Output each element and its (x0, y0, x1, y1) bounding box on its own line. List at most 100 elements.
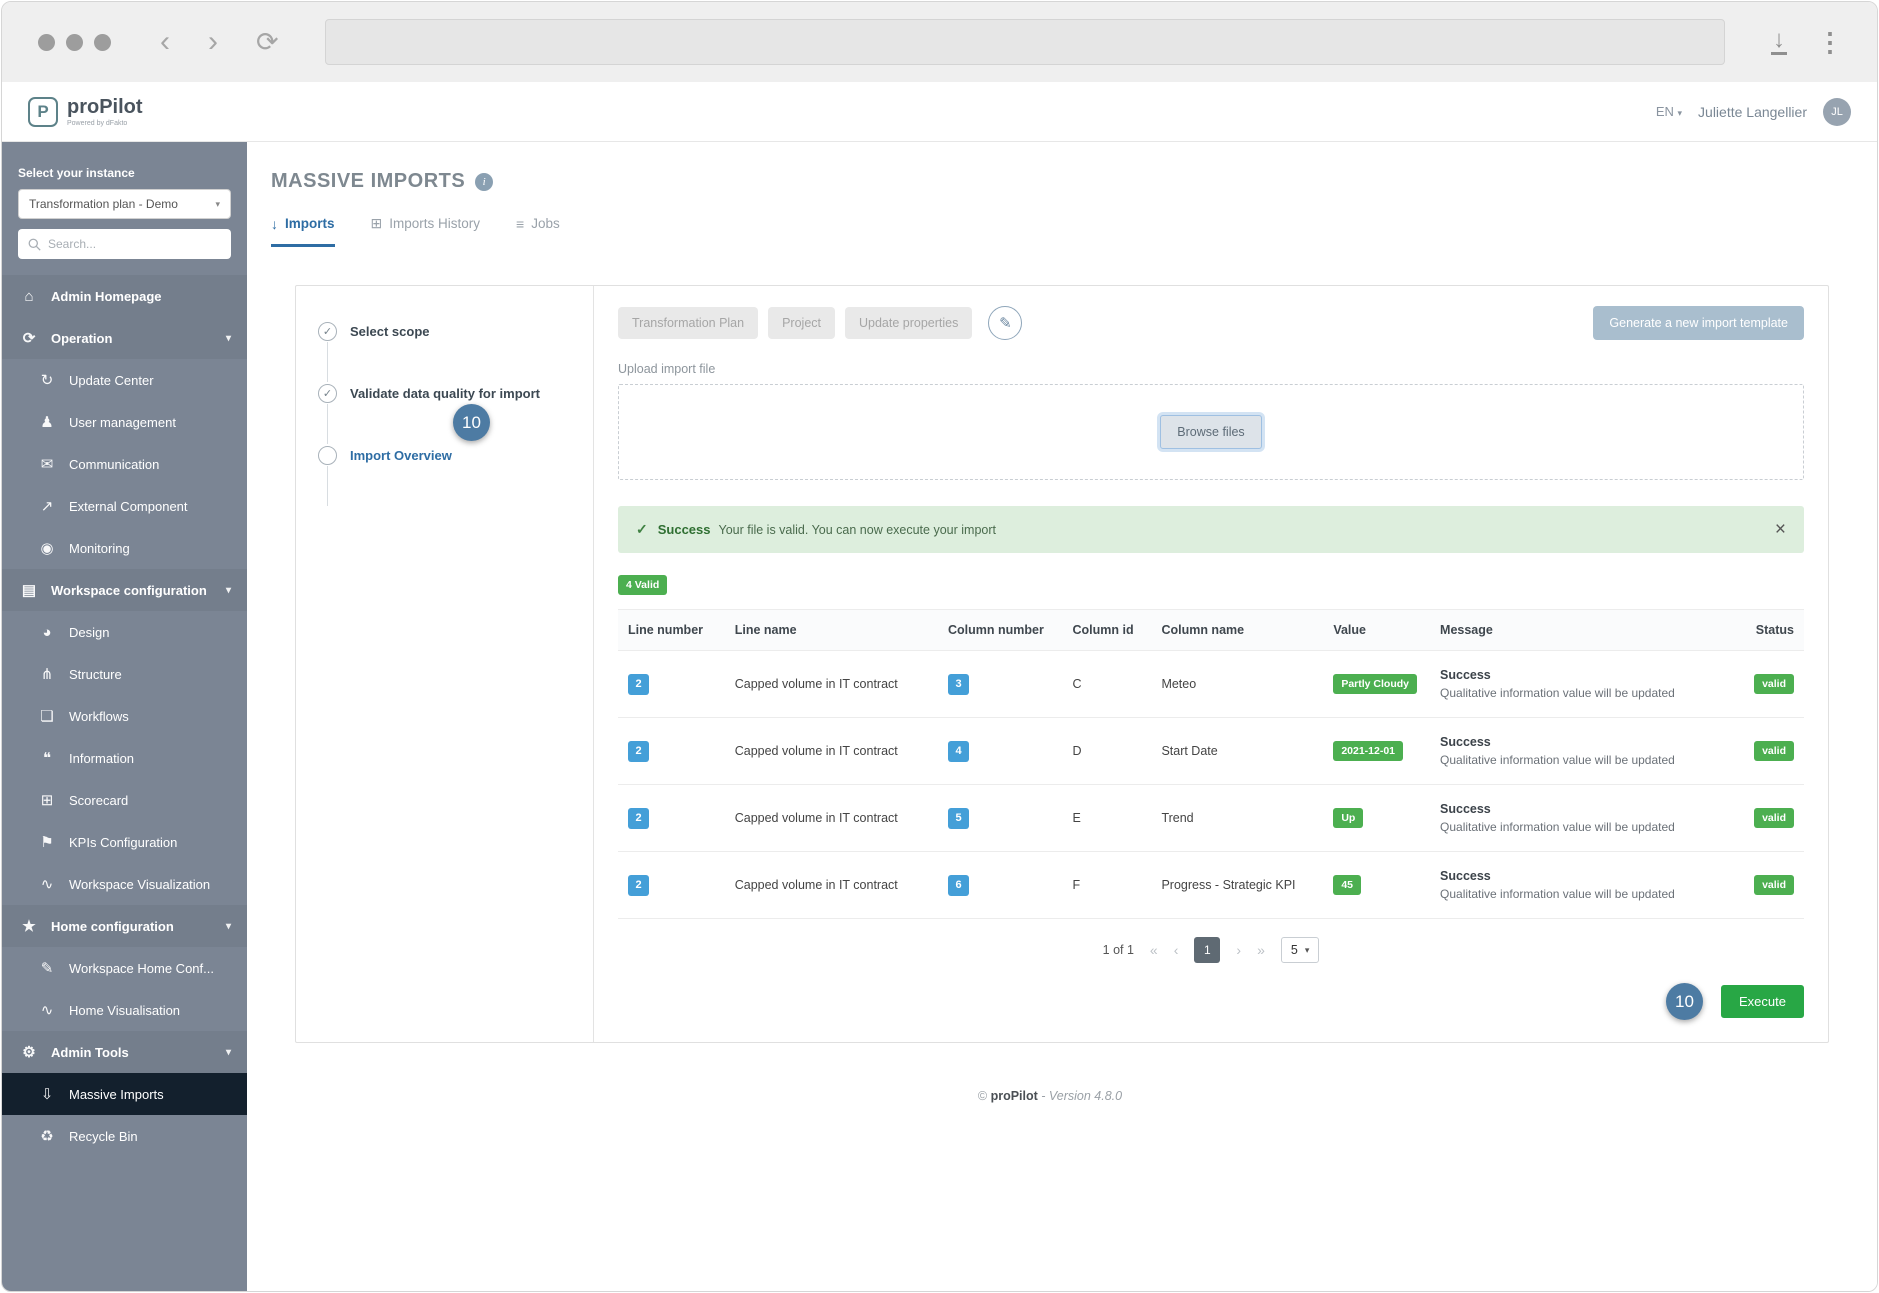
sidebar-item-operation[interactable]: ⟳ Operation ▾ (2, 317, 247, 359)
status-badge: valid (1754, 808, 1794, 828)
execute-button[interactable]: Execute (1721, 985, 1804, 1018)
avatar[interactable]: JL (1823, 97, 1851, 126)
sidebar-item-workspace-visualization[interactable]: ∿ Workspace Visualization (2, 863, 247, 905)
sidebar-search[interactable] (18, 229, 231, 259)
column-id-cell: F (1062, 851, 1152, 919)
line-number-cell: 2 (618, 717, 725, 785)
instance-select[interactable]: Transformation plan - Demo ▾ (18, 189, 231, 219)
sidebar-item-update-center[interactable]: ↻ Update Center (2, 359, 247, 401)
chevron-down-icon: ▾ (1677, 108, 1683, 118)
download-icon[interactable]: ↓ (1771, 28, 1787, 55)
sidebar-item-admin-homepage[interactable]: ⌂ Admin Homepage (2, 275, 247, 317)
file-dropzone[interactable]: Browse files (618, 384, 1804, 480)
project-button[interactable]: Project (768, 307, 835, 339)
column-number-badge: 5 (948, 807, 970, 829)
sidebar-item-workflows[interactable]: ❏ Workflows (2, 695, 247, 737)
sidebar-item-label: User management (69, 414, 176, 430)
propilot-logo-icon: P (28, 96, 58, 127)
window-dot[interactable] (94, 33, 111, 51)
pencil-icon: ✎ (999, 315, 1012, 332)
sidebar-item-recycle-bin[interactable]: ♻ Recycle Bin (2, 1115, 247, 1157)
brand-tagline: Powered by dFakto (67, 119, 128, 127)
window-dot[interactable] (66, 33, 83, 51)
forward-icon[interactable]: › (208, 27, 218, 57)
annotation-badge-10: 10 (1666, 983, 1704, 1020)
sidebar-item-information[interactable]: ❝ Information (2, 737, 247, 779)
line-number-badge: 2 (628, 740, 649, 762)
column-id-cell: D (1062, 717, 1152, 785)
sidebar-item-structure[interactable]: ⋔ Structure (2, 653, 247, 695)
line-chart-icon: ∿ (40, 876, 54, 893)
back-icon[interactable]: ‹ (160, 27, 170, 57)
browse-files-button[interactable]: Browse files (1160, 415, 1262, 449)
value-cell: 2021-12-01 (1323, 717, 1431, 785)
sidebar-item-scorecard[interactable]: ⊞ Scorecard (2, 779, 247, 821)
value-badge: 2021-12-01 (1333, 741, 1404, 761)
chevron-down-icon: ▾ (225, 920, 231, 932)
sidebar-item-massive-imports[interactable]: ⇩ Massive Imports (2, 1073, 247, 1115)
sidebar-item-label: Workspace Visualization (69, 876, 211, 892)
check-icon: ✓ (636, 521, 648, 537)
palette-icon: ◕ (42, 623, 52, 641)
current-page-button[interactable]: 1 (1194, 937, 1221, 963)
chevron-down-icon: ▾ (215, 198, 220, 209)
sidebar-item-label: Scorecard (69, 792, 129, 808)
user-name[interactable]: Juliette Langellier (1698, 104, 1807, 120)
sidebar-item-home-visualisation[interactable]: ∿ Home Visualisation (2, 989, 247, 1031)
brand-name: proPilot (67, 95, 143, 118)
sidebar-item-external-component[interactable]: ↗ External Component (2, 485, 247, 527)
step-validate-data[interactable]: ✓ Validate data quality for import (318, 382, 571, 444)
search-input[interactable] (48, 237, 221, 251)
page-title: MASSIVE IMPORTS (271, 170, 466, 192)
sidebar-item-label: Massive Imports (69, 1086, 164, 1102)
table-row: 2 Capped volume in IT contract 5 E Trend Up Su… (618, 784, 1804, 852)
tab-jobs[interactable]: ≡ Jobs (516, 215, 560, 247)
validation-table: Line number Line name Column number Column … (618, 609, 1804, 919)
page-size-select[interactable]: 5 ▾ (1280, 937, 1320, 963)
step-select-scope[interactable]: ✓ Select scope (318, 320, 571, 382)
browser-menu-icon[interactable]: ⋮ (1817, 27, 1843, 58)
hierarchy-icon: ⋔ (40, 666, 54, 683)
chevron-down-icon: ▾ (225, 332, 231, 344)
column-name-cell: Trend (1151, 784, 1324, 852)
sidebar-menu: ⌂ Admin Homepage ⟳ Operation ▾ ↻ Update Center… (2, 275, 247, 1157)
close-icon[interactable]: × (1775, 520, 1786, 539)
tab-imports-history[interactable]: ⊞ Imports History (371, 215, 481, 247)
instance-select-value: Transformation plan - Demo (29, 197, 178, 211)
line-number-cell: 2 (618, 650, 725, 718)
reload-icon[interactable]: ⟳ (256, 28, 279, 56)
sidebar-item-workspace-configuration[interactable]: ▤ Workspace configuration ▾ (2, 569, 247, 611)
sidebar-item-label: Admin Homepage (51, 288, 162, 304)
instance-label: Select your instance (18, 166, 135, 180)
sidebar-item-monitoring[interactable]: ◉ Monitoring (2, 527, 247, 569)
info-icon[interactable]: i (475, 172, 494, 191)
window-dot[interactable] (38, 33, 55, 51)
table-body: 2 Capped volume in IT contract 3 C Meteo Part… (618, 650, 1804, 919)
generate-template-button[interactable]: Generate a new import template (1593, 306, 1804, 340)
first-page-icon[interactable]: « (1150, 942, 1158, 958)
propilot-logo[interactable]: P proPilot Powered by dFakto (28, 95, 143, 127)
sidebar-item-workspace-home-conf[interactable]: ✎ Workspace Home Conf... (2, 947, 247, 989)
language-selector[interactable]: EN ▾ (1656, 104, 1682, 119)
transformation-plan-button[interactable]: Transformation Plan (618, 307, 759, 339)
sidebar-item-design[interactable]: ◕ Design (2, 611, 247, 653)
prev-page-icon[interactable]: ‹ (1174, 942, 1179, 958)
gear-icon: ⚙ (22, 1044, 36, 1061)
edit-scope-button[interactable]: ✎ (988, 306, 1023, 340)
message-text: Qualitative information value will be up… (1440, 686, 1675, 700)
page-info: 1 of 1 (1102, 943, 1134, 957)
sidebar-item-label: External Component (69, 498, 188, 514)
last-page-icon[interactable]: » (1257, 942, 1265, 958)
sidebar-item-kpis-configuration[interactable]: ⚑ KPIs Configuration (2, 821, 247, 863)
url-bar[interactable] (324, 19, 1725, 65)
sidebar-item-admin-tools[interactable]: ⚙ Admin Tools ▾ (2, 1031, 247, 1073)
sidebar-item-user-management[interactable]: ♟ User management (2, 401, 247, 443)
message-title: Success (1440, 802, 1491, 816)
sidebar-item-communication[interactable]: ✉ Communication (2, 443, 247, 485)
step-import-overview[interactable]: Import Overview (318, 444, 571, 506)
line-name-cell: Capped volume in IT contract (724, 784, 939, 852)
tab-imports[interactable]: ↓ Imports (271, 215, 335, 247)
next-page-icon[interactable]: › (1236, 942, 1241, 958)
sidebar-item-home-configuration[interactable]: ★ Home configuration ▾ (2, 905, 247, 947)
update-properties-button[interactable]: Update properties (845, 307, 973, 339)
